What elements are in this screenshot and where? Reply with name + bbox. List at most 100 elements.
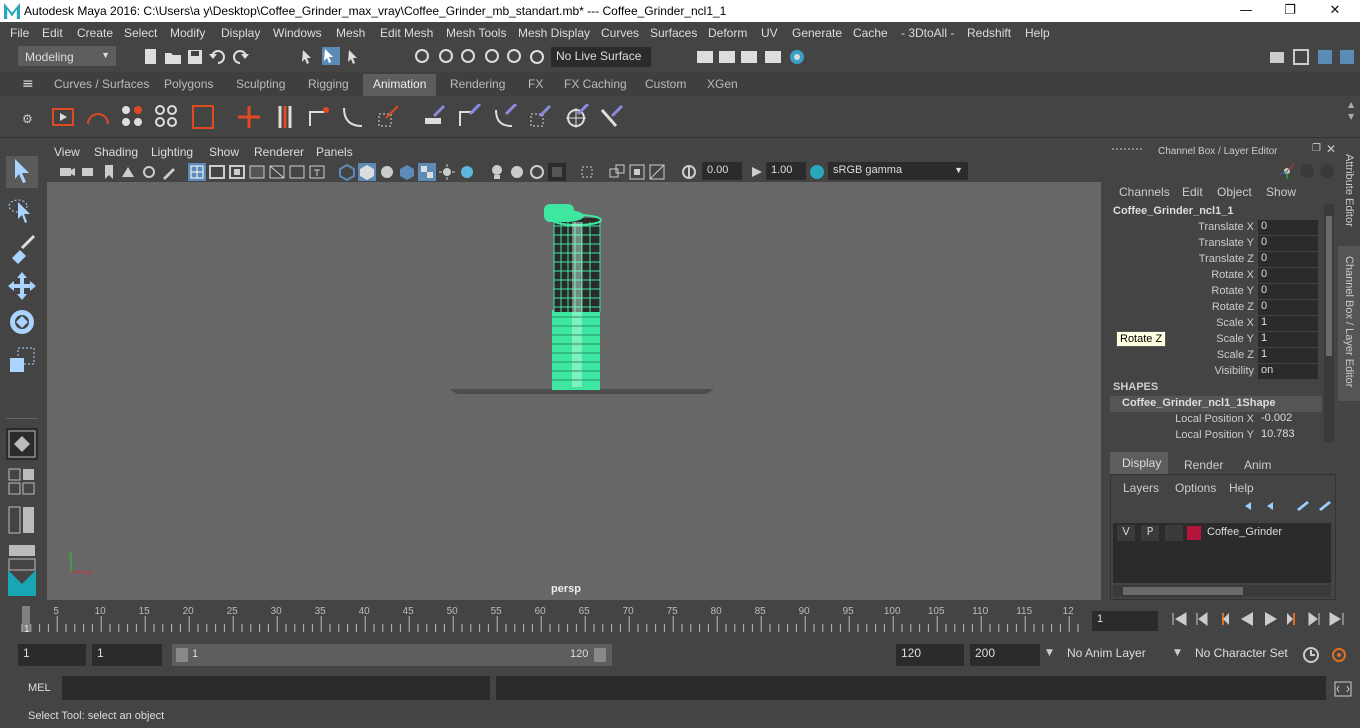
shelf-tab-polygons[interactable]: Polygons [154,74,223,96]
options-menu[interactable]: Options [1175,481,1216,495]
panel-menu-view[interactable]: View [54,145,80,159]
safe-title-icon[interactable] [308,163,326,181]
channel-row[interactable]: Rotate X 0 [1164,268,1324,284]
edit-menu[interactable]: Edit [1182,185,1203,199]
move-layer-up-icon[interactable] [1243,499,1259,513]
smooth-shade-icon[interactable] [358,163,376,181]
chevron-down-icon[interactable]: ▼ [1046,648,1053,658]
channel-row[interactable]: Scale Z 1 [1164,348,1324,364]
channel-value[interactable]: on [1258,364,1318,379]
channel-value[interactable]: 0 [1258,268,1318,283]
constraint-orient-icon[interactable] [340,104,366,130]
channel-label[interactable]: Rotate Y [1211,285,1254,297]
xray-icon[interactable] [578,163,596,181]
toggle-modeling-toolkit-icon[interactable] [1338,48,1356,66]
animation-start-field[interactable]: 1 [18,644,86,666]
close-button[interactable]: ✕ [1312,0,1358,22]
channel-label[interactable]: Rotate X [1211,269,1254,281]
hscroll-thumb[interactable] [1123,587,1243,595]
animation-preferences-icon[interactable] [1330,646,1348,664]
help-menu[interactable]: Help [1229,481,1254,495]
channel-row[interactable]: Rotate Z 0 [1164,300,1324,316]
object-menu[interactable]: Object [1217,185,1252,199]
maya-home-icon[interactable] [6,566,38,598]
bookmark-icon[interactable] [100,163,118,181]
snap-point-icon[interactable] [460,48,478,66]
menu-mesh-display[interactable]: Mesh Display [518,26,590,40]
playback-start-field[interactable]: 1 [92,644,162,666]
snap-curve-icon[interactable] [438,48,456,66]
channel-row[interactable]: Visibility on [1164,364,1324,380]
channel-value[interactable]: 0 [1258,220,1318,235]
menu-windows[interactable]: Windows [273,26,322,40]
workspace-icon[interactable] [1268,48,1286,66]
four-view-icon[interactable] [6,466,38,498]
single-perspective-view-icon[interactable] [6,428,38,460]
motion-blur-icon[interactable] [488,163,506,181]
2d-pan-zoom-icon[interactable] [140,163,158,181]
panel-menu-show[interactable]: Show [209,145,239,159]
hypershade-icon[interactable] [788,48,806,66]
new-layer-selected-icon[interactable] [1317,499,1333,513]
constraint-tangent-icon[interactable] [600,104,626,130]
current-frame-field[interactable]: 1 [1092,611,1158,631]
wireframe-icon[interactable] [338,163,356,181]
gamma-field[interactable]: 1.00 [766,162,806,180]
hyperbolic-icon[interactable] [1318,162,1336,180]
range-bar[interactable]: 1 120 [172,644,612,666]
animation-end-field[interactable]: 200 [970,644,1040,666]
perspective-viewport[interactable]: x y persp [47,182,1101,600]
channel-value[interactable]: 0 [1258,236,1318,251]
breakdown-key-icon[interactable] [154,104,180,130]
side-tab-channel-box[interactable]: Channel Box / Layer Editor [1338,246,1360,401]
select-component-icon[interactable] [346,48,364,66]
auto-key-icon[interactable] [1302,646,1320,664]
new-layer-icon[interactable] [1295,499,1311,513]
redo-icon[interactable] [232,48,250,66]
channel-label[interactable]: Translate Z [1199,253,1254,265]
menu-mesh-tools[interactable]: Mesh Tools [446,26,506,40]
camera-attributes-icon[interactable] [80,163,98,181]
channel-label[interactable]: Scale X [1216,317,1254,329]
lasso-tool-icon[interactable] [6,196,38,228]
resolution-gate-icon[interactable] [228,163,246,181]
field-chart-icon[interactable] [268,163,286,181]
constraint-point-icon[interactable] [306,104,332,130]
set-key-icon[interactable] [120,104,146,130]
anim-layer-dropdown[interactable]: No Anim Layer [1062,644,1162,666]
mel-label[interactable]: MEL [28,682,51,694]
panel-menu-renderer[interactable]: Renderer [254,145,304,159]
menu-3dtoall[interactable]: - 3DtoAll - [901,26,954,40]
layer-tab-anim[interactable]: Anim [1244,458,1271,472]
script-editor-icon[interactable] [1334,680,1352,698]
layers-menu[interactable]: Layers [1123,481,1159,495]
wireframe-on-shaded-icon[interactable] [378,163,396,181]
command-input[interactable] [62,676,490,700]
film-gate-icon[interactable] [208,163,226,181]
xray-active-icon[interactable] [628,163,646,181]
ipr-render-icon[interactable] [740,48,758,66]
menu-file[interactable]: File [10,26,29,40]
scale-tool-icon[interactable] [6,344,38,376]
layer-display-type[interactable] [1165,525,1183,541]
shelf-scroll-down[interactable]: ▼ [1348,112,1354,121]
side-tab-attribute-editor[interactable]: Attribute Editor [1338,150,1360,240]
isolate-select-icon[interactable] [548,163,566,181]
menu-create[interactable]: Create [77,26,113,40]
exposure-icon[interactable] [680,163,698,181]
channel-value[interactable]: 1 [1258,316,1318,331]
manipulator-icon[interactable] [1278,162,1296,180]
time-ruler[interactable]: 5 10 15 20 25 30 35 40 45 50 55 60 65 70 75 80 85 90 95 100… [0,604,1090,636]
step-back-key-icon[interactable] [1214,610,1232,628]
channel-label[interactable]: Local Position Y [1175,429,1254,441]
menu-cache[interactable]: Cache [853,26,888,40]
shelf-tab-curves-surfaces[interactable]: Curves / Surfaces [44,74,159,96]
menu-mesh[interactable]: Mesh [336,26,365,40]
shelf-tab-xgen[interactable]: XGen [697,74,748,96]
rotate-tool-icon[interactable] [6,306,38,338]
constraint-pole-vector-icon[interactable] [492,104,518,130]
menu-help[interactable]: Help [1025,26,1050,40]
layer-name[interactable]: Coffee_Grinder [1207,526,1282,538]
layer-tab-display[interactable]: Display [1110,452,1168,474]
panel-menu-shading[interactable]: Shading [94,145,138,159]
